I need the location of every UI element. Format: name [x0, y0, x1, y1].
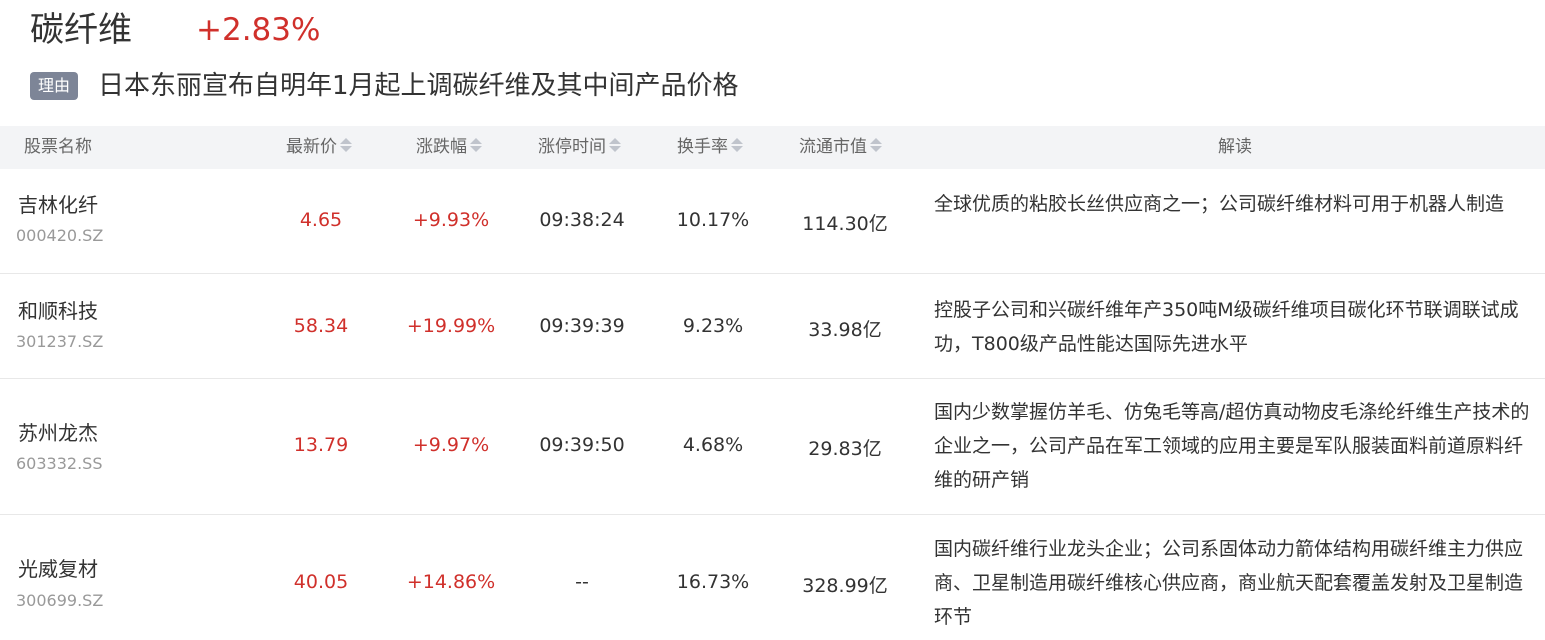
- latest-price: 4.65: [299, 209, 343, 231]
- stock-code: 000420.SZ: [16, 226, 104, 245]
- latest-price: 13.79: [293, 434, 349, 456]
- sort-caret-icon[interactable]: [731, 137, 743, 153]
- table-row[interactable]: 吉林化纤 000420.SZ 4.65 +9.93% 09:38:24 10.1…: [0, 169, 1545, 274]
- sort-caret-icon[interactable]: [609, 137, 621, 153]
- stock-name[interactable]: 吉林化纤: [18, 189, 98, 218]
- column-label-analysis: 解读: [1218, 137, 1252, 157]
- table-row[interactable]: 和顺科技 301237.SZ 58.34 +19.99% 09:39:39 9.…: [0, 274, 1545, 379]
- price-change: +9.93%: [412, 209, 490, 231]
- sort-caret-icon[interactable]: [470, 137, 482, 153]
- limit-up-time: 09:39:39: [539, 315, 625, 337]
- stock-name[interactable]: 光威复材: [18, 553, 98, 582]
- limit-up-time: --: [575, 571, 589, 593]
- column-header-turnover[interactable]: 换手率: [677, 126, 743, 169]
- column-label-price: 最新价: [286, 137, 337, 157]
- price-change: +14.86%: [406, 571, 496, 593]
- column-label-change: 涨跌幅: [416, 137, 467, 157]
- price-change: +9.97%: [412, 434, 490, 456]
- stock-analysis: 国内碳纤维行业龙头企业；公司系固体动力箭体结构用碳纤维主力供应商、卫星制造用碳纤…: [934, 538, 1524, 628]
- limit-up-time: 09:38:24: [539, 209, 625, 231]
- column-label-limit-time: 涨停时间: [538, 137, 606, 157]
- stock-name[interactable]: 和顺科技: [18, 295, 98, 324]
- column-header-price[interactable]: 最新价: [286, 126, 352, 169]
- stock-code: 300699.SZ: [16, 591, 104, 610]
- column-label-turnover: 换手率: [677, 137, 728, 157]
- sort-caret-icon[interactable]: [340, 137, 352, 153]
- stock-table: 股票名称 最新价 涨跌幅 涨停时间 换手率 流通市值 解读 吉林化纤 00042…: [0, 126, 1545, 640]
- market-cap: 33.98亿: [808, 319, 882, 341]
- latest-price: 58.34: [293, 315, 349, 337]
- stock-analysis: 全球优质的粘胶长丝供应商之一；公司碳纤维材料可用于机器人制造: [934, 193, 1505, 215]
- table-header: 股票名称 最新价 涨跌幅 涨停时间 换手率 流通市值 解读: [0, 126, 1545, 169]
- column-header-limit-time[interactable]: 涨停时间: [538, 126, 621, 169]
- turnover-rate: 9.23%: [682, 315, 744, 337]
- column-header-name: 股票名称: [24, 126, 92, 169]
- market-cap: 29.83亿: [808, 438, 882, 460]
- turnover-rate: 4.68%: [682, 434, 744, 456]
- column-header-market-cap[interactable]: 流通市值: [799, 126, 882, 169]
- stock-analysis: 控股子公司和兴碳纤维年产350吨M级碳纤维项目碳化环节联调联试成功，T800级产…: [934, 299, 1519, 355]
- sort-caret-icon[interactable]: [870, 137, 882, 153]
- turnover-rate: 10.17%: [676, 209, 750, 231]
- column-header-change[interactable]: 涨跌幅: [416, 126, 482, 169]
- column-header-analysis: 解读: [1218, 126, 1252, 169]
- stock-code: 603332.SS: [16, 454, 103, 473]
- table-row[interactable]: 苏州龙杰 603332.SS 13.79 +9.97% 09:39:50 4.6…: [0, 379, 1545, 515]
- sector-header: 碳纤维 +2.83% 理由 日本东丽宣布自明年1月起上调碳纤维及其中间产品价格: [0, 0, 1545, 120]
- market-cap: 114.30亿: [802, 213, 888, 235]
- sector-name: 碳纤维: [30, 10, 132, 50]
- market-cap: 328.99亿: [802, 575, 888, 597]
- turnover-rate: 16.73%: [676, 571, 750, 593]
- latest-price: 40.05: [293, 571, 349, 593]
- sector-change: +2.83%: [196, 12, 321, 48]
- stock-analysis: 国内少数掌握仿羊毛、仿兔毛等高/超仿真动物皮毛涤纶纤维生产技术的企业之一，公司产…: [934, 401, 1530, 491]
- stock-name[interactable]: 苏州龙杰: [18, 417, 98, 446]
- column-label-market-cap: 流通市值: [799, 137, 867, 157]
- column-label-name: 股票名称: [24, 137, 92, 157]
- table-row[interactable]: 光威复材 300699.SZ 40.05 +14.86% -- 16.73% 3…: [0, 515, 1545, 640]
- price-change: +19.99%: [406, 315, 496, 337]
- reason-text: 日本东丽宣布自明年1月起上调碳纤维及其中间产品价格: [98, 71, 739, 101]
- stock-code: 301237.SZ: [16, 332, 104, 351]
- reason-badge: 理由: [30, 72, 78, 100]
- limit-up-time: 09:39:50: [539, 434, 625, 456]
